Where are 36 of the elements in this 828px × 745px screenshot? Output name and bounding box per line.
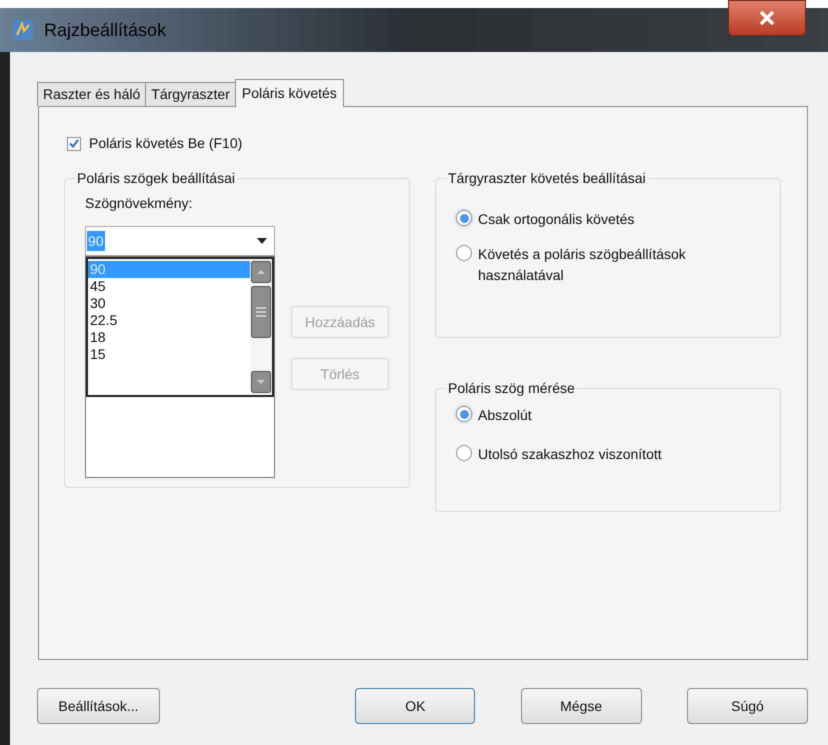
app-icon (12, 19, 34, 41)
tab[interactable]: Poláris követés (234, 79, 344, 107)
field-label: Szögnövekmény: (85, 194, 194, 213)
radio-label: Követés a poláris szögbeállítások használatával (478, 245, 687, 285)
group-title: Poláris szög mérése (447, 379, 576, 398)
tab[interactable]: Raszter és háló (37, 82, 146, 106)
checkbox[interactable] (67, 136, 81, 150)
dialog-button[interactable]: Súgó (686, 688, 808, 724)
close-button[interactable] (728, 0, 806, 36)
dialog-button[interactable]: Mégse (520, 688, 642, 724)
dialog-button[interactable]: Beállítások... (37, 688, 160, 724)
group-title: Tárgyraszter követés beállításai (447, 169, 647, 188)
radio-button[interactable] (456, 210, 472, 226)
radio-label: Utolsó szakaszhoz viszonított (478, 445, 663, 464)
scrollbar[interactable] (250, 259, 272, 395)
list-item[interactable]: 22.5 (88, 312, 250, 329)
list-item[interactable]: 45 (88, 278, 250, 295)
list-item[interactable]: 30 (88, 295, 250, 312)
combo-value: 90 (87, 231, 105, 251)
close-icon (759, 11, 775, 25)
group-title: Poláris szögek beállításai (76, 169, 236, 188)
scroll-up-icon[interactable] (251, 261, 271, 283)
list-item[interactable]: 15 (88, 346, 250, 363)
dropdown-arrow-icon (257, 238, 267, 244)
dialog-button[interactable]: OK (355, 688, 476, 724)
list-item[interactable]: 18 (88, 329, 250, 346)
window-title: Rajzbeállítások (44, 18, 166, 42)
scroll-thumb-icon[interactable] (251, 286, 271, 338)
radio-button[interactable] (456, 445, 472, 461)
radio-label: Abszolút (478, 406, 533, 425)
radio-button[interactable] (456, 245, 472, 261)
radio-button[interactable] (456, 406, 472, 422)
radio-label: Csak ortogonális követés (478, 210, 636, 229)
tab[interactable]: Tárgyraszter (145, 82, 236, 106)
scroll-down-icon[interactable] (251, 371, 271, 393)
checkbox-label: Poláris követés Be (F10) (89, 134, 242, 153)
